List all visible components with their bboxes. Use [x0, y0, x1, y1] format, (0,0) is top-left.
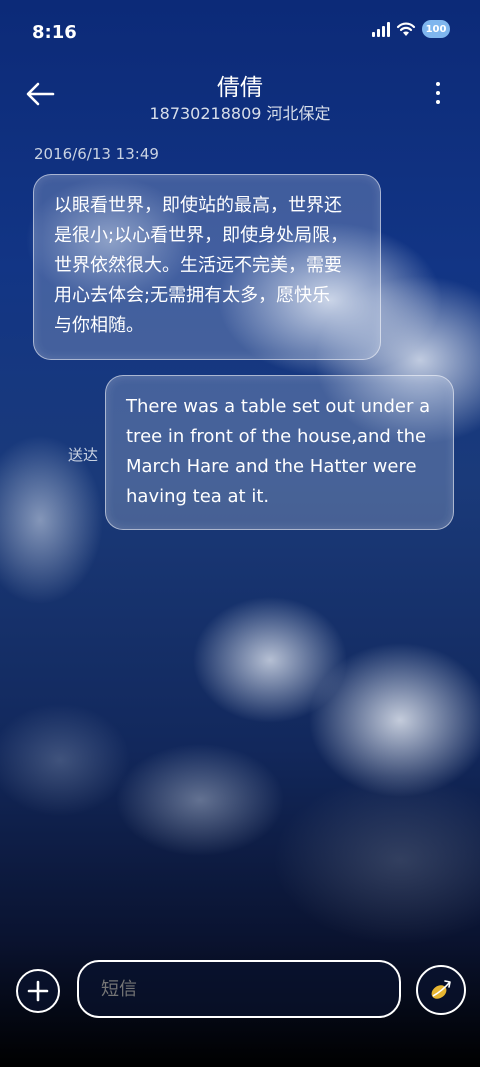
send-button[interactable] [416, 965, 466, 1015]
contact-number-location: 18730218809 河北保定 [149, 104, 331, 123]
message-line: 用心去体会;无需拥有太多，愿快乐 [54, 285, 331, 306]
message-line: 是很小;以心看世界，即使身处局限， [54, 225, 349, 246]
status-time: 8:16 [32, 22, 77, 43]
contact-name: 倩倩 [217, 75, 263, 101]
status-icons: 100 [372, 20, 450, 38]
more-vertical-icon[interactable] [432, 82, 444, 108]
delivery-status: 送达 [68, 446, 99, 464]
message-line: There was a table set out under a [126, 396, 431, 417]
message-line: March Hare and the Hatter were [126, 456, 417, 477]
cellular-signal-icon [372, 21, 390, 37]
send-icon [431, 980, 451, 999]
message-composer [0, 955, 480, 1025]
status-bar: 8:16 100 [0, 0, 480, 68]
message-input[interactable] [77, 960, 401, 1018]
message-timestamp: 2016/6/13 13:49 [34, 145, 159, 163]
add-attachment-button[interactable] [16, 969, 60, 1013]
message-line: having tea at it. [126, 486, 270, 507]
plus-icon [27, 980, 49, 1002]
incoming-message-bubble[interactable]: 以眼看世界，即使站的最高，世界还 是很小;以心看世界，即使身处局限， 世界依然很… [33, 174, 381, 360]
message-line: tree in front of the house,and the [126, 426, 427, 447]
outgoing-message-bubble[interactable]: There was a table set out under a tree i… [105, 375, 454, 530]
wifi-icon [396, 22, 416, 36]
message-line: 世界依然很大。生活远不完美，需要 [54, 255, 342, 276]
app-bar: 倩倩 18730218809 河北保定 [0, 66, 480, 126]
battery-icon: 100 [422, 20, 450, 38]
message-line: 以眼看世界，即使站的最高，世界还 [54, 195, 342, 216]
message-line: 与你相随。 [54, 315, 144, 336]
